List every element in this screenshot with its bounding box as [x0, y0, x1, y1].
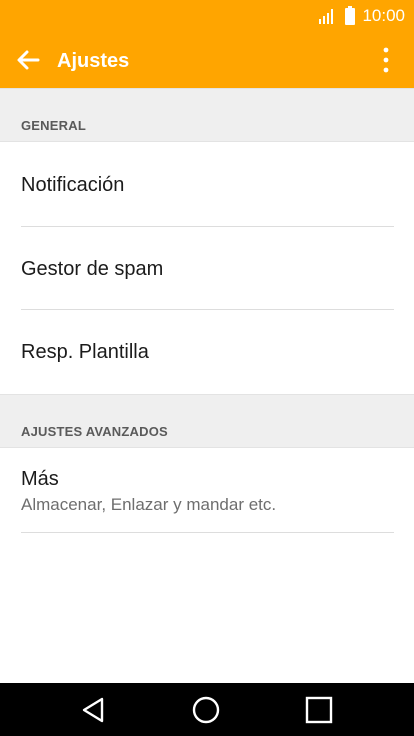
square-recents-icon[interactable] — [304, 695, 334, 725]
list-item-label: Notificación — [21, 174, 125, 196]
navigation-bar — [0, 683, 414, 736]
more-vert-icon[interactable] — [374, 44, 398, 76]
signal-icon — [319, 9, 333, 24]
circle-home-icon[interactable] — [191, 695, 221, 725]
list-item-summary: Almacenar, Enlazar y mandar etc. — [21, 495, 277, 514]
page-title: Ajustes — [57, 50, 130, 72]
list-item-label: Gestor de spam — [21, 258, 164, 280]
status-bar: 10:00 — [0, 0, 414, 32]
app-bar: Ajustes — [0, 32, 414, 88]
section-header-label: GENERAL — [21, 118, 86, 133]
list-item-mas[interactable]: Más Almacenar, Enlazar y mandar etc. — [0, 448, 414, 532]
status-time: 10:00 — [362, 6, 405, 25]
settings-screen: 10:00 Ajustes GENERAL Notificación Gesto… — [0, 0, 414, 736]
list-item-notificacion[interactable]: Notificación — [0, 142, 414, 226]
list-item-gestor-spam[interactable]: Gestor de spam — [0, 227, 414, 310]
section-header-advanced: AJUSTES AVANZADOS — [0, 394, 414, 448]
arrow-back-icon[interactable] — [14, 46, 42, 74]
list-item-label: Más — [21, 468, 59, 490]
list-item-resp-plantilla[interactable]: Resp. Plantilla — [0, 310, 414, 394]
triangle-back-icon[interactable] — [79, 695, 109, 725]
divider — [21, 532, 394, 533]
list-item-label: Resp. Plantilla — [21, 341, 149, 363]
section-header-label: AJUSTES AVANZADOS — [21, 424, 168, 439]
section-header-general: GENERAL — [0, 88, 414, 142]
battery-icon — [345, 6, 355, 25]
